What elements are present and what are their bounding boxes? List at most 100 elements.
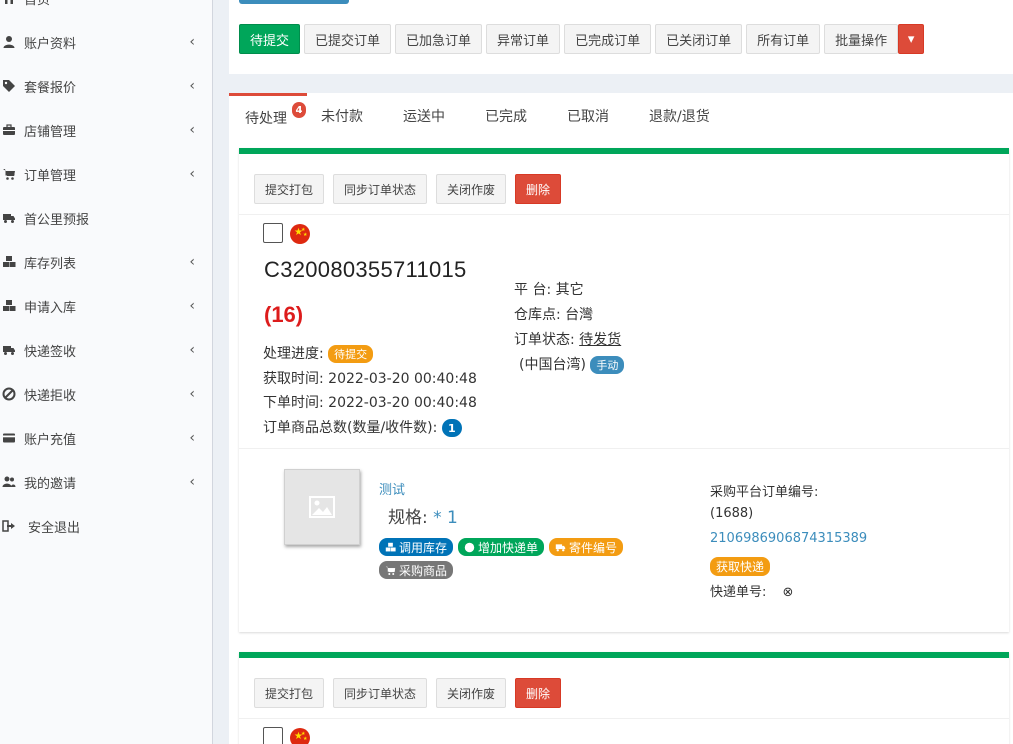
chevron-left-icon: ‹: [189, 342, 195, 358]
credit-card-icon: [2, 431, 24, 445]
filter-button[interactable]: 待提交: [239, 24, 301, 54]
submit-pack-button[interactable]: 提交打包: [254, 174, 325, 204]
filter-button[interactable]: 批量操作: [824, 24, 899, 54]
sidebar-item[interactable]: 首公里预报: [0, 196, 213, 240]
sidebar-item-label: 店铺管理: [24, 124, 77, 140]
chevron-left-icon: ‹: [189, 430, 195, 446]
filter-button[interactable]: 已加急订单: [395, 24, 483, 54]
order-tab[interactable]: 已完成: [465, 93, 547, 139]
delete-button[interactable]: 删除: [515, 174, 562, 204]
sidebar-item[interactable]: 快递签收 ‹: [0, 328, 213, 372]
top-button-edge[interactable]: [239, 0, 349, 4]
sidebar-item-label: 套餐报价: [24, 80, 77, 96]
tab-label: 待处理: [245, 110, 287, 127]
sidebar-item-label: 账户充值: [24, 432, 77, 448]
sidebar-item[interactable]: 套餐报价 ‹: [0, 64, 213, 108]
order-tab[interactable]: 待处理 4: [229, 93, 307, 139]
sidebar-item[interactable]: 首页: [0, 0, 213, 20]
order-select-checkbox[interactable]: [263, 223, 283, 243]
chevron-left-icon: ‹: [189, 34, 195, 50]
fetch-express-button[interactable]: 获取快递: [710, 557, 771, 576]
cubes-icon: [2, 255, 24, 269]
sidebar-item-label: 订单管理: [24, 168, 77, 184]
order-number: C320080355711015: [264, 257, 467, 282]
product-tag-label: 寄件编号: [569, 540, 618, 555]
close-void-button[interactable]: 关闭作废: [436, 174, 507, 204]
product-tag-button[interactable]: 采购商品: [379, 561, 454, 579]
order-tab[interactable]: 运送中: [383, 93, 465, 139]
order-tab[interactable]: 未付款: [307, 93, 383, 139]
region-value: (中国台湾): [519, 357, 586, 373]
spec-value: * 1: [433, 508, 458, 528]
product-name-link[interactable]: 测试: [379, 479, 405, 498]
sidebar-item[interactable]: 账户充值 ‹: [0, 416, 213, 460]
purchase-platform: (1688): [710, 506, 754, 521]
order-filter-bar: 待提交 已提交订单 已加急订单 异常订单 已完成订单 已关闭订单 所有订单 批量操作 ▾: [239, 24, 925, 54]
submit-pack-button[interactable]: 提交打包: [254, 678, 325, 708]
users-icon: [2, 475, 24, 489]
total-items-label: 订单商品总数(数量/收件数):: [263, 420, 438, 436]
order-tab[interactable]: 已取消: [547, 93, 629, 139]
sidebar-item-label: 库存列表: [24, 256, 77, 272]
close-void-button[interactable]: 关闭作废: [436, 678, 507, 708]
platform-label: 平 台:: [514, 282, 552, 298]
order-tab[interactable]: 退款/退货: [629, 93, 730, 139]
total-items-row: 订单商品总数(数量/收件数): 1: [263, 417, 462, 437]
progress-row: 处理进度: 待提交: [263, 343, 374, 363]
platform-value: 其它: [555, 282, 584, 298]
filter-button[interactable]: 所有订单: [746, 24, 821, 54]
sync-status-button[interactable]: 同步订单状态: [333, 174, 428, 204]
sync-status-button[interactable]: 同步订单状态: [333, 678, 428, 708]
region-row: (中国台湾) 手动: [519, 354, 625, 374]
order-count: (16): [264, 302, 304, 327]
order-select-checkbox[interactable]: [263, 727, 283, 744]
purchase-order-number-link[interactable]: 2106986906874315389: [710, 531, 867, 546]
tab-label: 运送中: [403, 109, 445, 125]
cubes-icon: [2, 299, 24, 313]
cubes-icon: [385, 542, 396, 553]
briefcase-icon: [2, 123, 24, 137]
product-tag-button[interactable]: 寄件编号: [549, 538, 624, 556]
image-icon: [309, 496, 335, 518]
sidebar-item[interactable]: 安全退出: [0, 504, 213, 548]
filter-button[interactable]: 已关闭订单: [655, 24, 743, 54]
filter-button[interactable]: 异常订单: [486, 24, 561, 54]
chevron-left-icon: ‹: [189, 78, 195, 94]
filter-button[interactable]: 已完成订单: [564, 24, 652, 54]
cart-icon: [2, 167, 24, 181]
truck-icon: [555, 542, 566, 553]
fetch-time-row: 获取时间: 2022-03-20 00:40:48: [263, 368, 477, 388]
sidebar-item-label: 我的邀请: [24, 476, 77, 492]
total-items-badge: 1: [441, 419, 462, 437]
batch-dropdown-caret-icon[interactable]: ▾: [898, 24, 925, 54]
tab-label: 已完成: [485, 109, 527, 125]
sidebar-item-label: 首公里预报: [24, 212, 90, 228]
order-card: 提交打包 同步订单状态 关闭作废 删除 ★ ★ ★ C3200803557110…: [239, 148, 1009, 632]
sidebar-item-label: 安全退出: [28, 520, 81, 536]
sidebar-item[interactable]: 订单管理 ‹: [0, 152, 213, 196]
purchase-no-label: 采购平台订单编号:: [710, 485, 819, 500]
sidebar-item[interactable]: 账户资料 ‹: [0, 20, 213, 64]
divider: [239, 214, 1009, 215]
progress-label: 处理进度:: [263, 346, 324, 362]
status-row: 订单状态: 待发货: [514, 329, 621, 349]
status-value[interactable]: 待发货: [579, 332, 621, 348]
truck-icon: [2, 211, 24, 225]
divider: [239, 448, 1009, 449]
order-card: 提交打包 同步订单状态 关闭作废 删除 ★ ★ ★: [239, 652, 1009, 744]
product-tag-button[interactable]: 调用库存: [379, 538, 454, 556]
sidebar-item[interactable]: 快递拒收 ‹: [0, 372, 213, 416]
sidebar-item[interactable]: 店铺管理 ‹: [0, 108, 213, 152]
product-spec: 规格: * 1: [388, 503, 458, 528]
sidebar-item[interactable]: 库存列表 ‹: [0, 240, 213, 284]
filter-button[interactable]: 已提交订单: [304, 24, 392, 54]
sidebar: 首页 账户资料 ‹ 套餐报价 ‹ 店铺管理 ‹ 订单管理 ‹ 首公里预报 库存列表 ‹ 申请入库 ‹ 快递签…: [0, 0, 213, 744]
product-tag-label: 调用库存: [399, 540, 448, 555]
sidebar-item[interactable]: 申请入库 ‹: [0, 284, 213, 328]
sidebar-item[interactable]: 我的邀请 ‹: [0, 460, 213, 504]
warehouse-row: 仓库点: 台灣: [514, 304, 593, 324]
product-tag-button[interactable]: 增加快递单: [458, 538, 545, 556]
delete-button[interactable]: 删除: [515, 678, 562, 708]
product-tag-label: 增加快递单: [478, 540, 539, 555]
sidebar-item-label: 首页: [24, 0, 51, 8]
